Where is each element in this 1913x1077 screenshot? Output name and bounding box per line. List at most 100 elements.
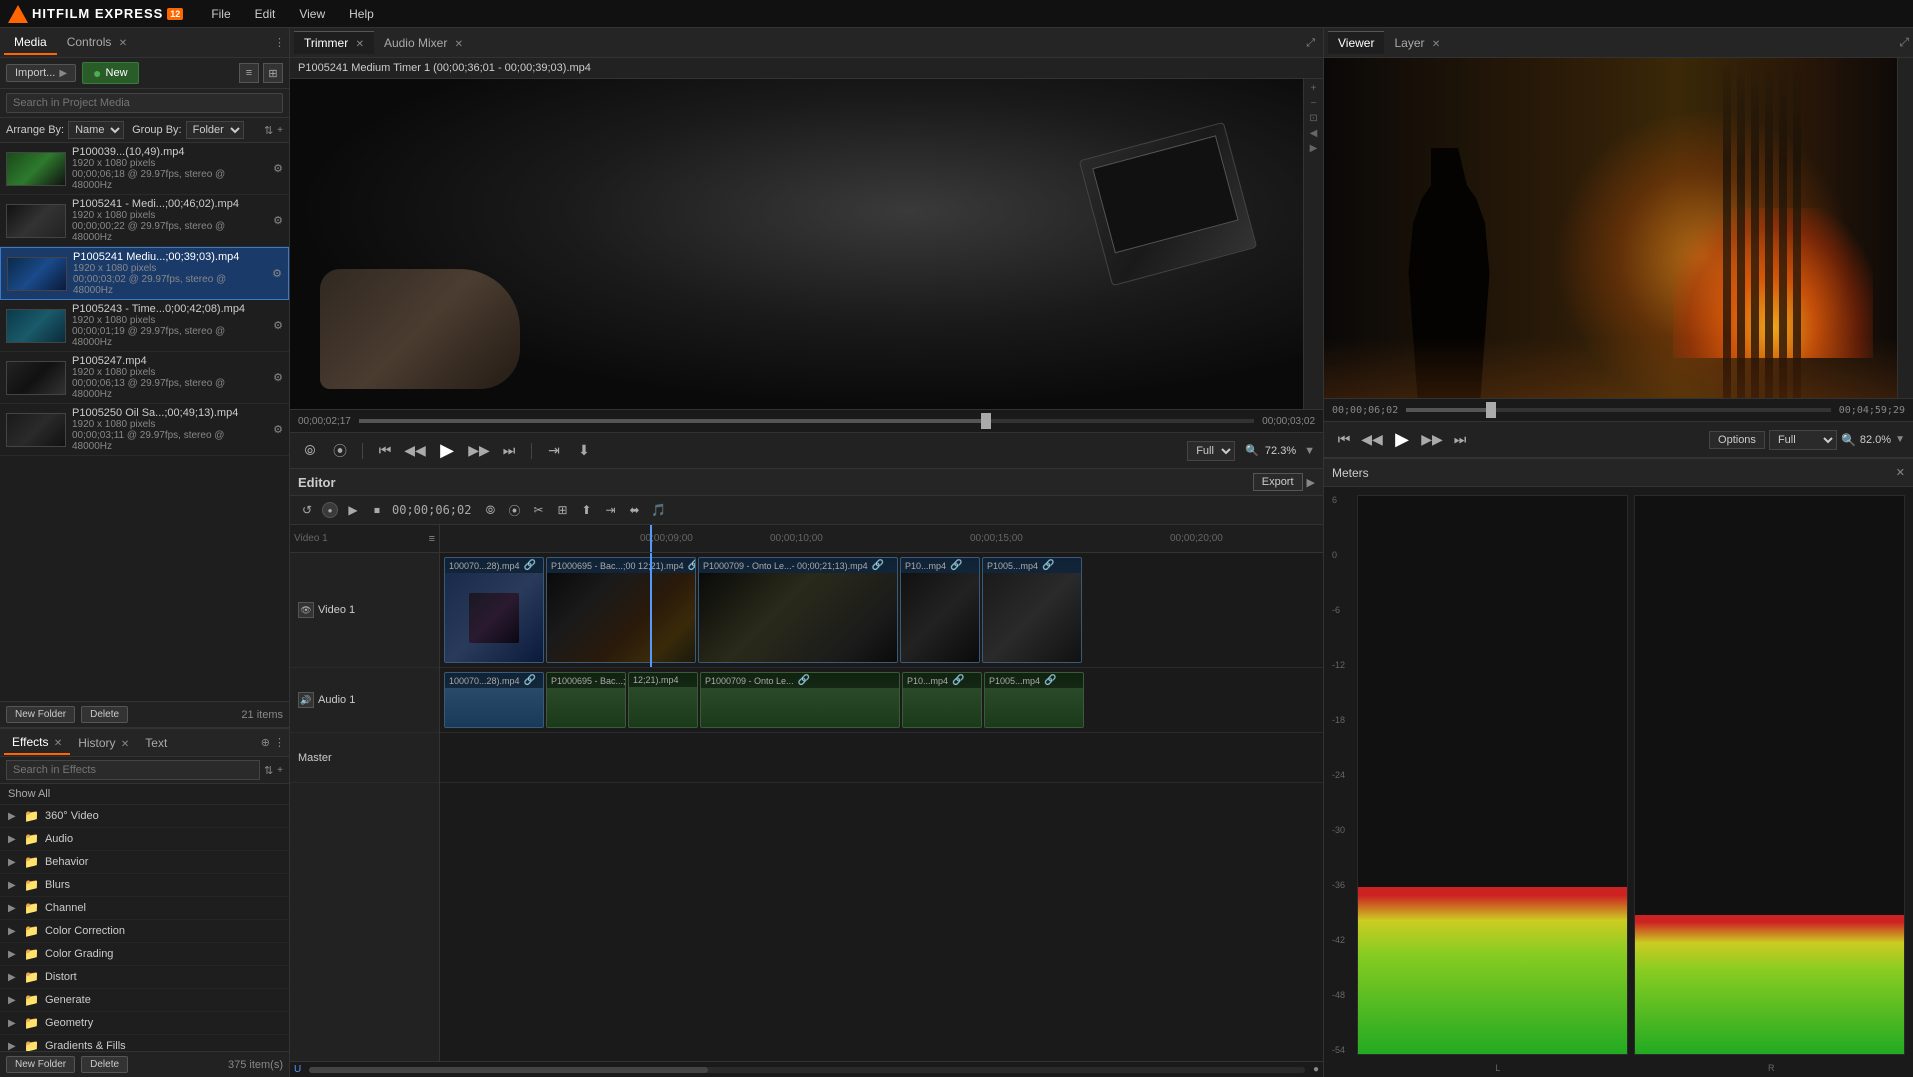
import-button[interactable]: Import... ▶ (6, 64, 76, 82)
media-settings-icon[interactable]: ⚙ (273, 162, 283, 175)
effects-category-generate[interactable]: ▶ 📁 Generate (0, 989, 289, 1012)
media-item[interactable]: P100039...(10,49).mp4 1920 x 1080 pixels… (0, 143, 289, 195)
effects-search-input[interactable] (6, 760, 260, 780)
viewer-expand-btn[interactable]: ⤢ (1899, 35, 1909, 50)
skip-end-btn[interactable]: ⏭ (497, 439, 521, 463)
effects-category-color-grading[interactable]: ▶ 📁 Color Grading (0, 943, 289, 966)
tab-viewer[interactable]: Viewer (1328, 31, 1384, 54)
tab-effects[interactable]: Effects ✕ (4, 731, 70, 755)
media-item[interactable]: P1005250 Oil Sa...;00;49;13).mp4 1920 x … (0, 404, 289, 456)
tab-audio-mixer[interactable]: Audio Mixer ✕ (374, 32, 473, 54)
tab-layer[interactable]: Layer ✕ (1384, 32, 1450, 54)
effects-sort-btn[interactable]: ⇅ (264, 764, 273, 777)
grid-view-btn[interactable]: ⊞ (263, 63, 283, 83)
play-btn[interactable]: ▶ (433, 437, 461, 465)
skip-start-btn[interactable]: ⏮ (373, 439, 397, 463)
viewer-quality-select[interactable]: Full Half Quarter (1769, 430, 1837, 450)
export-button[interactable]: Export (1253, 473, 1303, 491)
video-mute-btn[interactable]: 👁 (298, 602, 314, 618)
editor-audio-sync[interactable]: 🎵 (647, 499, 669, 521)
viewer-skip-start-btn[interactable]: ⏮ (1332, 428, 1356, 452)
insert-btn[interactable]: ⇥ (542, 439, 566, 463)
editor-ripple[interactable]: ⇥ (599, 499, 621, 521)
media-settings-icon[interactable]: ⚙ (273, 214, 283, 227)
editor-options-btn[interactable]: ▶ (1307, 476, 1315, 489)
editor-stop-btn[interactable]: ⏹ (366, 499, 388, 521)
effects-category-channel[interactable]: ▶ 📁 Channel (0, 897, 289, 920)
timeline-zoom-dot[interactable]: ● (1313, 1064, 1319, 1075)
video-clip[interactable]: P1005...mp4 🔗 (982, 557, 1082, 663)
tab-media[interactable]: Media (4, 31, 57, 55)
viewer-options-btn[interactable]: Options (1709, 431, 1765, 449)
trimmer-expand-btn[interactable]: ⤢ (1306, 37, 1315, 49)
tab-trimmer-close[interactable]: ✕ (356, 39, 364, 50)
effects-category-behavior[interactable]: ▶ 📁 Behavior (0, 851, 289, 874)
viewer-playhead[interactable] (1486, 402, 1496, 418)
effects-add-btn[interactable]: ⊕ (261, 736, 270, 749)
video-clip[interactable]: P1000695 - Bac...;00 12;21).mp4 🔗 (546, 557, 696, 663)
viewer-play-btn[interactable]: ▶ (1388, 426, 1416, 454)
tab-trimmer[interactable]: Trimmer ✕ (294, 31, 374, 54)
tab-controls[interactable]: Controls ✕ (57, 31, 137, 55)
editor-transition[interactable]: ⬌ (623, 499, 645, 521)
media-item[interactable]: P1005247.mp4 1920 x 1080 pixels 00;00;06… (0, 352, 289, 404)
media-settings-icon[interactable]: ⚙ (273, 371, 283, 384)
tab-audio-mixer-close[interactable]: ✕ (455, 39, 463, 50)
video-clip[interactable]: P1000709 - Onto Le...- 00;00;21;13).mp4 … (698, 557, 898, 663)
editor-lift[interactable]: ⬆ (575, 499, 597, 521)
tab-layer-close[interactable]: ✕ (1432, 39, 1440, 50)
prev-frame-btn[interactable]: ◀◀ (403, 439, 427, 463)
meters-close-btn[interactable]: ✕ (1896, 466, 1905, 479)
media-settings-icon[interactable]: ⚙ (273, 319, 283, 332)
tab-effects-close[interactable]: ✕ (54, 738, 62, 749)
effects-category-gradients[interactable]: ▶ 📁 Gradients & Fills (0, 1035, 289, 1051)
zoom-out-btn[interactable]: − (1311, 98, 1317, 109)
tab-text[interactable]: Text (137, 732, 175, 754)
effects-category-blurs[interactable]: ▶ 📁 Blurs (0, 874, 289, 897)
zoom-in-btn[interactable]: + (1311, 83, 1317, 94)
zoom-arrow[interactable]: ▼ (1304, 445, 1315, 457)
media-settings-icon[interactable]: ⚙ (272, 267, 282, 280)
timeline-scrollbar[interactable] (309, 1067, 1305, 1073)
effects-category-distort[interactable]: ▶ 📁 Distort (0, 966, 289, 989)
menu-view[interactable]: View (295, 5, 329, 23)
zoom-select[interactable]: Full (1187, 441, 1235, 461)
viewer-prev-frame-btn[interactable]: ◀◀ (1360, 428, 1384, 452)
menu-edit[interactable]: Edit (251, 5, 280, 23)
timeline-playhead[interactable] (650, 525, 652, 552)
video-clip[interactable]: P10...mp4 🔗 (900, 557, 980, 663)
panel-menu-btn[interactable]: ⋮ (274, 36, 285, 49)
mark-out-btn[interactable]: ⦿ (328, 439, 352, 463)
audio-clip[interactable]: 100070...28).mp4 🔗 (444, 672, 544, 728)
effects-menu-btn[interactable]: ⋮ (274, 736, 285, 749)
effects-delete-button[interactable]: Delete (81, 1056, 128, 1073)
add-sort-btn[interactable]: + (277, 125, 283, 136)
search-input[interactable] (6, 93, 283, 113)
snap-btn[interactable]: ● (322, 502, 338, 518)
delete-button[interactable]: Delete (81, 706, 128, 723)
tab-controls-close[interactable]: ✕ (119, 38, 127, 49)
group-select[interactable]: Folder (186, 121, 244, 139)
timeline-scroll-indicator[interactable]: U (294, 1064, 301, 1075)
mark-in-btn[interactable]: ⦾ (298, 439, 322, 463)
editor-tool-btn[interactable]: ↺ (296, 499, 318, 521)
side-arrow-up[interactable]: ◀ (1310, 128, 1318, 139)
viewer-zoom-arrow[interactable]: ▼ (1895, 434, 1905, 445)
audio-clip[interactable]: P10...mp4 🔗 (902, 672, 982, 728)
viewer-progress-bar[interactable] (1406, 408, 1831, 412)
effects-new-folder-button[interactable]: New Folder (6, 1056, 75, 1073)
tracks-menu-btn[interactable]: ≡ (429, 533, 435, 545)
next-frame-btn[interactable]: ▶▶ (467, 439, 491, 463)
menu-file[interactable]: File (207, 5, 234, 23)
fit-btn[interactable]: ⊡ (1309, 113, 1317, 124)
sort-btn[interactable]: ⇅ (264, 124, 273, 137)
effects-category-360[interactable]: ▶ 📁 360° Video (0, 805, 289, 828)
timeline-playhead[interactable] (981, 413, 991, 429)
tab-history-close[interactable]: ✕ (121, 739, 129, 750)
audio-clip[interactable]: P1000709 - Onto Le... 🔗 (700, 672, 900, 728)
media-settings-icon[interactable]: ⚙ (273, 423, 283, 436)
side-arrow-down[interactable]: ▶ (1310, 143, 1318, 154)
editor-mark-in[interactable]: ⦾ (479, 499, 501, 521)
menu-help[interactable]: Help (345, 5, 378, 23)
effects-category-audio[interactable]: ▶ 📁 Audio (0, 828, 289, 851)
